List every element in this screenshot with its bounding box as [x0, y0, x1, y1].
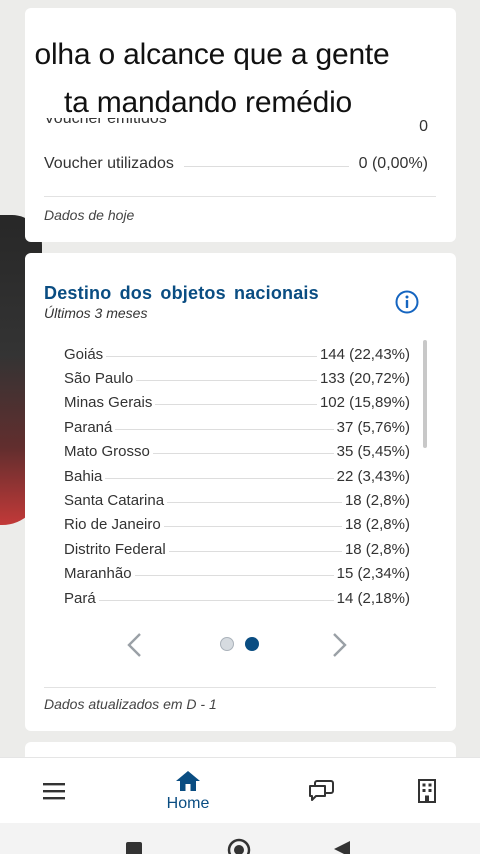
voucher-emitted-row: Voucher emitidos 0 — [44, 118, 428, 134]
state-name: São Paulo — [64, 370, 134, 388]
list-item: São Paulo 133 (20,72%) — [64, 366, 410, 390]
info-icon[interactable] — [394, 289, 420, 315]
nav-home[interactable]: Home — [158, 758, 218, 824]
building-icon — [418, 779, 436, 803]
home-circle-icon[interactable] — [226, 837, 252, 854]
home-icon — [176, 770, 200, 791]
state-name: Rio de Janeiro — [64, 516, 161, 534]
voucher-emitted-value: 0 — [419, 118, 428, 134]
leader-line — [155, 404, 317, 406]
today-data-note: Dados de hoje — [44, 207, 135, 223]
divider — [44, 196, 436, 197]
recent-apps-icon[interactable] — [124, 840, 144, 854]
bottom-nav: Home — [0, 757, 480, 823]
state-value: 37 (5,76%) — [336, 418, 410, 436]
state-name: Paraná — [64, 418, 113, 436]
state-value: 15 (2,34%) — [336, 565, 410, 583]
voucher-used-label: Voucher utilizados — [44, 155, 174, 172]
nav-menu[interactable] — [38, 758, 70, 824]
back-triangle-icon[interactable] — [330, 839, 352, 854]
list-item: Santa Catarina 18 (2,8%) — [64, 488, 410, 512]
state-name: Goiás — [64, 345, 104, 363]
menu-icon — [43, 783, 65, 800]
leader-line — [98, 599, 334, 601]
list-item: Bahia 22 (3,43%) — [64, 464, 410, 488]
leader-line — [183, 165, 349, 167]
destino-subtitle: Últimos 3 meses — [44, 305, 148, 321]
video-caption-line1: olha o alcance que a gente — [34, 38, 390, 71]
state-name: Minas Gerais — [64, 394, 153, 412]
list-item: Goiás 144 (22,43%) — [64, 342, 410, 366]
state-value: 102 (15,89%) — [319, 394, 410, 412]
chevron-left-icon[interactable] — [122, 630, 148, 660]
updated-data-note: Dados atualizados em D - 1 — [44, 696, 217, 712]
destino-title: Destino dos objetos nacionais — [44, 283, 319, 303]
leader-line — [106, 355, 317, 357]
pager-dot-1[interactable] — [220, 637, 234, 651]
list-item: Mato Grosso 35 (5,45%) — [64, 440, 410, 464]
list-item: Rio de Janeiro 18 (2,8%) — [64, 513, 410, 537]
state-value: 35 (5,45%) — [336, 443, 410, 461]
nav-chat[interactable] — [306, 758, 336, 824]
state-name: Pará — [64, 589, 96, 607]
state-value: 133 (20,72%) — [319, 370, 410, 388]
state-name: Santa Catarina — [64, 492, 165, 510]
state-value: 18 (2,8%) — [344, 540, 410, 558]
state-value: 18 (2,8%) — [344, 492, 410, 510]
pager-dot-2[interactable] — [245, 637, 259, 651]
state-value: 22 (3,43%) — [336, 467, 410, 485]
state-name: Mato Grosso — [64, 443, 150, 461]
divider — [44, 687, 436, 688]
list-item: Distrito Federal 18 (2,8%) — [64, 537, 410, 561]
voucher-used-row: Voucher utilizados 0 (0,00%) — [44, 155, 428, 173]
nav-home-label: Home — [166, 794, 210, 812]
list-scrollbar[interactable] — [423, 340, 427, 448]
nav-agencies[interactable] — [414, 758, 440, 824]
leader-line — [167, 502, 342, 504]
leader-line — [136, 380, 317, 382]
voucher-used-value: 0 (0,00%) — [358, 155, 428, 172]
list-item: Paraná 37 (5,76%) — [64, 415, 410, 439]
destino-list[interactable]: Goiás 144 (22,43%) São Paulo 133 (20,72%) Mi… — [64, 342, 410, 610]
chat-icon — [309, 780, 334, 801]
list-item: Pará 14 (2,18%) — [64, 586, 410, 610]
system-nav-bar — [0, 823, 480, 854]
leader-line — [105, 477, 334, 479]
leader-line — [168, 550, 342, 552]
list-item: Maranhão 15 (2,34%) — [64, 562, 410, 586]
leader-line — [134, 575, 334, 577]
leader-line — [152, 453, 334, 455]
video-caption-line2: ta mandando remédio — [63, 86, 353, 119]
state-name: Bahia — [64, 467, 103, 485]
state-name: Maranhão — [64, 565, 132, 583]
leader-line — [163, 526, 342, 528]
chevron-right-icon[interactable] — [326, 630, 352, 660]
state-value: 14 (2,18%) — [336, 589, 410, 607]
list-item: Minas Gerais 102 (15,89%) — [64, 391, 410, 415]
state-value: 18 (2,8%) — [344, 516, 410, 534]
leader-line — [115, 428, 334, 430]
state-name: Distrito Federal — [64, 540, 166, 558]
state-value: 144 (22,43%) — [319, 345, 410, 363]
